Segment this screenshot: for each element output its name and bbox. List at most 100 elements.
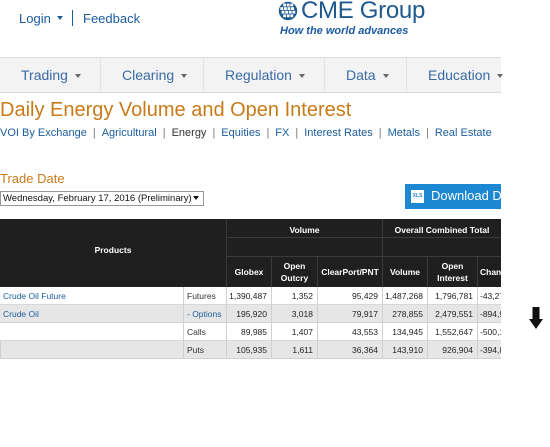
category-subnav: VOI By Exchange | Agricultural | Energy | Equi…: [0, 127, 492, 139]
header-products: Products: [94, 245, 132, 255]
nav-item-trading[interactable]: Trading: [0, 58, 101, 92]
login-link[interactable]: Login: [19, 11, 51, 26]
contract-type: Puts: [187, 345, 205, 355]
subnav-divider: |: [162, 127, 166, 139]
top-bar: Login Feedback CME Group How the world a…: [0, 0, 550, 56]
cell-clearport: 79,917: [352, 309, 378, 319]
cell-border: [317, 341, 318, 359]
cell-volume: 143,910: [392, 345, 423, 355]
header-overall-combined-total: Overall Combined Total: [394, 225, 490, 235]
brand-tagline: How the world advances: [280, 25, 409, 37]
cell-open-interest: 1,552,647: [435, 327, 473, 337]
product-link[interactable]: Crude Oil Future: [0, 287, 183, 305]
contract-type: Futures: [187, 291, 216, 301]
nav-item-education[interactable]: Education: [407, 58, 527, 92]
globe-icon: [278, 1, 298, 21]
cell-open-outcry: 1,352: [291, 291, 313, 301]
trade-date-label: Trade Date: [0, 171, 65, 186]
cell-clearport: 36,364: [352, 345, 378, 355]
nav-item-label: Education: [428, 67, 491, 83]
brand-logo-text[interactable]: CME Group: [301, 0, 425, 25]
subnav-interest-rates[interactable]: Interest Rates: [304, 127, 372, 139]
header-open-interest-line1: Open: [441, 261, 464, 271]
nav-item-label: Data: [346, 67, 376, 83]
cell-clearport: 95,429: [352, 291, 378, 301]
header-divider: [317, 257, 318, 287]
cell-border: [183, 305, 184, 323]
product-link[interactable]: Crude Oil: [0, 305, 183, 323]
product-cell: [0, 323, 183, 341]
cell-open-outcry: 3,018: [291, 309, 313, 319]
header-divider: [427, 257, 428, 287]
header-divider: [227, 237, 501, 238]
cell-border: [427, 287, 428, 305]
nav-item-label: Trading: [21, 67, 68, 83]
cell-open-outcry: 1,407: [291, 327, 313, 337]
volume-open-interest-table: Products Volume Overall Combined Total G…: [0, 219, 501, 361]
header-volume-group: Volume: [289, 225, 320, 235]
nav-item-data[interactable]: Data: [325, 58, 407, 92]
cell-border: [271, 341, 272, 359]
download-button[interactable]: XLS Download Da: [405, 184, 501, 209]
cell-change: -500,139: [480, 327, 501, 337]
cell-border: [317, 287, 318, 305]
xls-file-icon: XLS: [411, 190, 424, 203]
subnav-divider: |: [212, 127, 216, 139]
subnav-divider: |: [425, 127, 429, 139]
cell-border: [382, 341, 383, 359]
cell-border: [0, 341, 1, 359]
cell-globex: 195,920: [236, 309, 267, 319]
header-divider: [271, 257, 272, 287]
trade-date-select[interactable]: Wednesday, February 17, 2016 (Preliminar…: [0, 191, 204, 206]
cell-open-outcry: 1,611: [292, 345, 313, 355]
nav-item-clearing[interactable]: Clearing: [101, 58, 204, 92]
cell-border: [226, 341, 227, 359]
subnav-fx[interactable]: FX: [275, 127, 289, 139]
chevron-down-icon: [181, 74, 188, 78]
cell-change: -394,818: [480, 345, 501, 355]
page-title: Daily Energy Volume and Open Interest: [0, 99, 352, 121]
dropdown-arrow-icon: [193, 196, 199, 200]
top-divider: [72, 10, 73, 26]
cell-border: [317, 323, 318, 341]
cell-change: -43,270: [480, 291, 501, 301]
subnav-equities[interactable]: Equities: [221, 127, 260, 139]
nav-item-regulation[interactable]: Regulation: [204, 58, 325, 92]
header-open-outcry-line2: Outcry: [280, 273, 309, 283]
arrow-down-icon[interactable]: [529, 307, 543, 329]
subnav-divider: |: [266, 127, 270, 139]
header-change: Chan: [480, 267, 501, 277]
table-row: Puts 105,935 1,611 36,364 143,910 926,90…: [0, 341, 501, 359]
subnav-agricultural[interactable]: Agricultural: [102, 127, 157, 139]
cell-open-interest: 1,796,781: [435, 291, 473, 301]
subnav-metals[interactable]: Metals: [388, 127, 420, 139]
header-globex: Globex: [234, 267, 264, 277]
cell-border: [271, 305, 272, 323]
cell-volume: 134,945: [392, 327, 423, 337]
cell-volume: 1,487,268: [385, 291, 423, 301]
table-header: Products Volume Overall Combined Total G…: [0, 219, 501, 287]
cell-border: [271, 323, 272, 341]
cell-open-interest: 926,904: [442, 345, 473, 355]
subnav-voi-by-exchange[interactable]: VOI By Exchange: [0, 127, 87, 139]
subnav-real-estate[interactable]: Real Estate: [435, 127, 492, 139]
nav-item-label: Clearing: [122, 67, 175, 83]
header-divider: [226, 219, 227, 287]
chevron-down-icon: [74, 74, 81, 78]
header-clearport: ClearPort/PNT: [321, 267, 379, 277]
cell-border: [271, 287, 272, 305]
cell-border: [477, 287, 478, 305]
options-link[interactable]: - Options: [184, 305, 227, 323]
header-divider: [382, 219, 383, 287]
cell-border: [382, 323, 383, 341]
cell-globex: 1,390,487: [229, 291, 267, 301]
cell-border: [382, 287, 383, 305]
cell-border: [382, 305, 383, 323]
table-row: Crude Oil - Options 195,920 3,018 79,917…: [0, 305, 501, 323]
cell-border: [183, 323, 184, 341]
login-dropdown-caret-icon[interactable]: [57, 16, 63, 20]
cell-border: [226, 287, 227, 305]
feedback-link[interactable]: Feedback: [83, 11, 140, 26]
header-divider: [477, 257, 478, 287]
cell-clearport: 43,553: [352, 327, 378, 337]
